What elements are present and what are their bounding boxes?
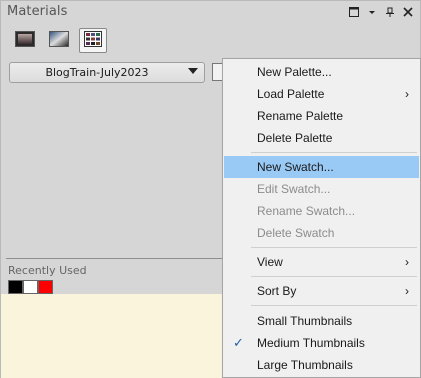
menu-item-rename-palette[interactable]: Rename Palette [224, 105, 419, 127]
recent-swatch-red[interactable] [38, 280, 53, 294]
menu-item-label: Medium Thumbnails [257, 336, 365, 350]
menu-item-label: View [257, 255, 283, 269]
menu-item-small-thumbnails[interactable]: Small Thumbnails [224, 310, 419, 332]
restore-icon[interactable] [348, 6, 360, 18]
chevron-down-icon [188, 68, 198, 74]
menu-separator [251, 152, 417, 153]
panel-title: Materials [7, 4, 68, 19]
menu-separator [251, 276, 417, 277]
menu-item-label: Small Thumbnails [257, 314, 353, 328]
menu-item-view[interactable]: View › [224, 251, 419, 273]
panel-titlebar: Materials [1, 1, 420, 25]
menu-item-label: New Palette... [257, 65, 332, 79]
menu-item-new-swatch[interactable]: New Swatch... [224, 156, 419, 178]
menu-item-label: Delete Swatch [257, 226, 335, 240]
gradient-frame-button[interactable] [11, 28, 39, 53]
close-icon[interactable] [402, 6, 414, 18]
dropdown-arrow-icon[interactable] [366, 6, 378, 18]
menu-separator [251, 305, 417, 306]
chevron-right-icon: › [405, 255, 409, 269]
menu-item-label: Sort By [257, 284, 297, 298]
grid-swatches-button[interactable] [79, 28, 107, 53]
menu-separator [251, 247, 417, 248]
gradient-swatch-icon [49, 31, 69, 50]
menu-item-delete-palette[interactable]: Delete Palette [224, 127, 419, 149]
chevron-right-icon: › [405, 284, 409, 298]
menu-item-label: Rename Swatch... [257, 204, 356, 218]
material-type-toolbar [11, 28, 107, 53]
grid-swatches-icon [84, 31, 102, 50]
gradient-swatch-button[interactable] [45, 28, 73, 53]
menu-item-large-thumbnails[interactable]: Large Thumbnails [224, 354, 419, 376]
recent-swatches [8, 280, 53, 294]
recent-swatch-white[interactable] [23, 280, 38, 294]
palette-context-menu: New Palette... Load Palette › Rename Pal… [222, 58, 421, 378]
menu-item-new-palette[interactable]: New Palette... [224, 61, 419, 83]
gradient-frame-icon [15, 31, 35, 50]
menu-item-label: New Swatch... [257, 160, 334, 174]
menu-item-edit-swatch: Edit Swatch... [224, 178, 419, 200]
menu-item-label: Edit Swatch... [257, 182, 331, 196]
menu-item-label: Large Thumbnails [257, 358, 353, 372]
menu-item-load-palette[interactable]: Load Palette › [224, 83, 419, 105]
menu-item-rename-swatch: Rename Swatch... [224, 200, 419, 222]
recent-swatch-black[interactable] [8, 280, 23, 294]
recently-used-label: Recently Used [8, 264, 87, 277]
palette-select-value: BlogTrain-July2023 [45, 66, 149, 79]
checkmark-icon: ✓ [233, 335, 244, 350]
palette-select[interactable]: BlogTrain-July2023 [9, 62, 205, 83]
titlebar-controls [348, 6, 414, 18]
menu-item-delete-swatch: Delete Swatch [224, 222, 419, 244]
pin-icon[interactable] [384, 6, 396, 18]
menu-item-sort-by[interactable]: Sort By › [224, 280, 419, 302]
chevron-right-icon: › [405, 87, 409, 101]
menu-item-label: Delete Palette [257, 131, 333, 145]
menu-item-label: Rename Palette [257, 109, 344, 123]
recent-divider [6, 258, 224, 259]
menu-item-label: Load Palette [257, 87, 325, 101]
menu-item-medium-thumbnails[interactable]: ✓ Medium Thumbnails [224, 332, 419, 354]
